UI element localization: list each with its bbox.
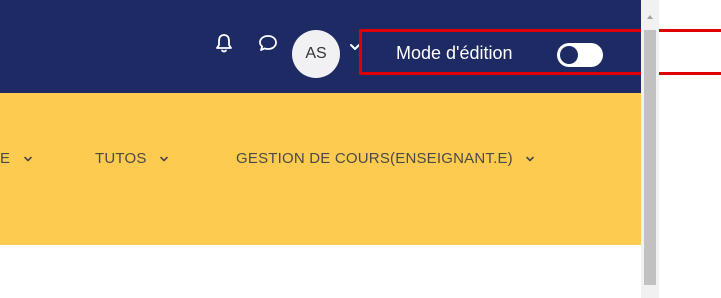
primary-navigation: E TUTOS GESTION DE COURS(ENSEIGNANT.E)	[0, 93, 641, 245]
page-scrollbar[interactable]	[641, 0, 659, 298]
user-avatar[interactable]: AS	[292, 30, 340, 78]
nav-item-tutos[interactable]: TUTOS	[95, 150, 169, 167]
chevron-down-icon	[160, 156, 168, 162]
nav-item-partial[interactable]: E	[0, 150, 33, 167]
chevron-down-icon	[23, 156, 32, 162]
chat-bubble-icon	[259, 35, 277, 51]
nav-item-label: E	[0, 150, 11, 167]
chevron-down-icon	[526, 156, 535, 162]
scroll-up-arrow-icon[interactable]	[645, 12, 655, 22]
nav-item-label: TUTOS	[95, 150, 147, 167]
scrollbar-thumb[interactable]	[644, 30, 656, 285]
annotation-highlight-box	[359, 29, 715, 75]
messages-button[interactable]	[255, 30, 281, 56]
annotation-highlight-box-edge	[700, 29, 721, 75]
nav-item-label: GESTION DE COURS(ENSEIGNANT.E)	[236, 150, 513, 167]
notifications-button[interactable]	[211, 30, 237, 56]
nav-item-gestion-de-cours[interactable]: GESTION DE COURS(ENSEIGNANT.E)	[236, 150, 535, 167]
bell-icon	[216, 34, 232, 53]
